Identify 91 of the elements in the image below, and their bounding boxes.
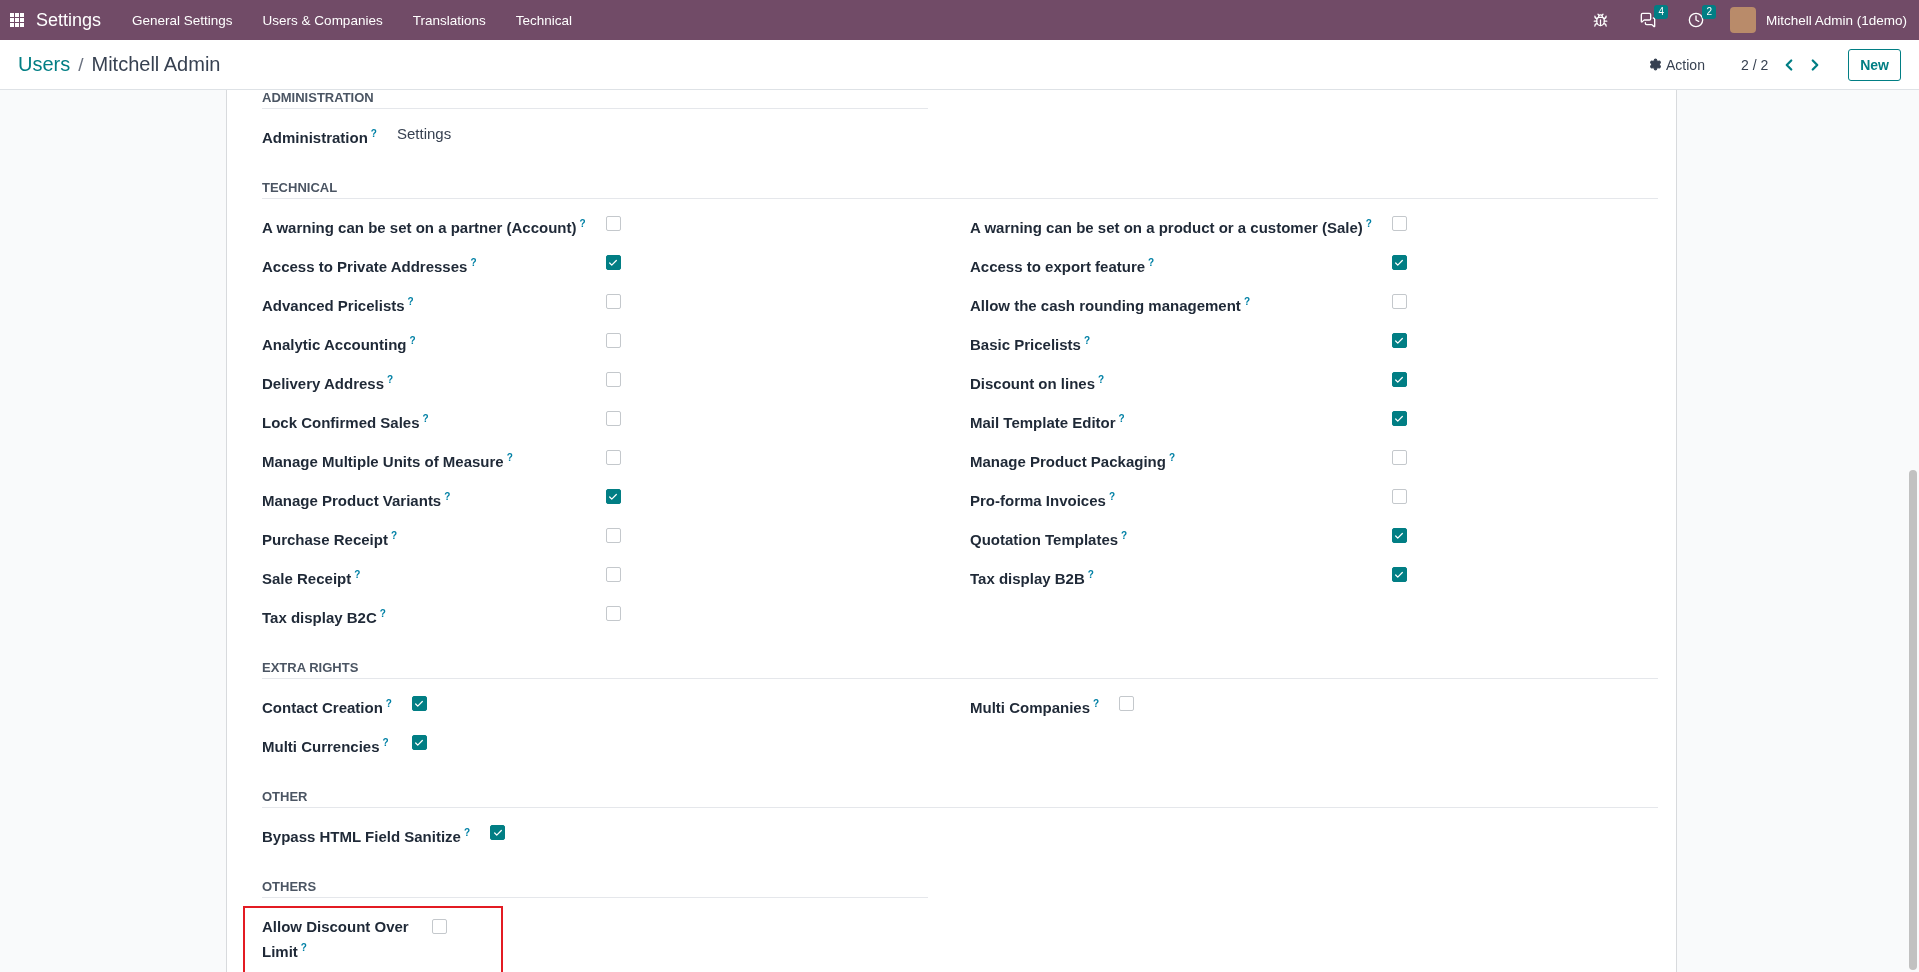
action-button[interactable]: Action: [1643, 55, 1711, 74]
field-label: Mail Template Editor $^{?}$: [970, 412, 1126, 433]
checkbox[interactable]: [605, 528, 621, 543]
field-label: Tax display B2C $^{?}$: [262, 607, 387, 628]
field-label: Quotation Templates $^{?}$: [970, 529, 1129, 550]
field-label: Tax display B2B $^{?}$: [970, 568, 1095, 589]
checkbox[interactable]: [605, 489, 621, 504]
checkbox[interactable]: [605, 450, 621, 465]
menu-item[interactable]: Users & Companies: [249, 12, 396, 28]
field-label: Access to Private Addresses $^{?}$: [262, 256, 478, 277]
checkbox[interactable]: [1391, 567, 1407, 582]
check-icon: [608, 257, 619, 268]
field-label: Manage Product Variants $^{?}$: [262, 490, 452, 511]
chat-icon[interactable]: [1639, 12, 1656, 28]
activity-count: 2: [1702, 5, 1716, 19]
checkbox[interactable]: [605, 606, 621, 621]
checkbox[interactable]: [605, 255, 621, 270]
field-label: Pro-forma Invoices $^{?}$: [970, 490, 1116, 511]
checkbox[interactable]: [1391, 216, 1407, 231]
checkbox[interactable]: [605, 216, 621, 231]
field-label: Multi Currencies $^{?}$: [262, 736, 390, 757]
field-label: Lock Confirmed Sales $^{?}$: [262, 412, 430, 433]
check-icon: [492, 827, 503, 838]
checkbox[interactable]: [605, 567, 621, 582]
field-label: Administration $^{?}$: [262, 127, 377, 148]
field-label: Bypass HTML Field Sanitize $^{?}$: [262, 826, 471, 847]
breadcrumb-link[interactable]: Users: [18, 53, 71, 76]
checkbox[interactable]: [605, 411, 621, 426]
checkbox[interactable]: [1119, 696, 1135, 711]
checkbox[interactable]: [1391, 411, 1407, 426]
user-avatar[interactable]: [1729, 7, 1756, 33]
field-label: A warning can be set on a partner (Account) $^{?}$: [262, 217, 586, 238]
checkbox[interactable]: [1391, 489, 1407, 504]
checkbox[interactable]: [605, 333, 621, 348]
field-label: A warning can be set on a product or a customer (Sale) $^{?}$: [970, 217, 1372, 238]
user-name[interactable]: Mitchell Admin (1demo): [1765, 12, 1907, 28]
checkbox[interactable]: [605, 372, 621, 387]
checkbox[interactable]: [1391, 450, 1407, 465]
clock-icon[interactable]: [1687, 12, 1704, 28]
checkbox[interactable]: [1391, 372, 1407, 387]
field-label: Basic Pricelists $^{?}$: [970, 334, 1091, 355]
scrollbar[interactable]: [1909, 470, 1917, 970]
check-icon: [1394, 335, 1405, 346]
field-label: Allow Discount Over Limit $^{?}$: [262, 917, 410, 962]
select-field[interactable]: Settings: [396, 117, 928, 156]
field-label: Analytic Accounting $^{?}$: [262, 334, 417, 355]
field-label: Delivery Address $^{?}$: [262, 373, 395, 394]
message-count: 4: [1654, 5, 1668, 19]
breadcrumb-separator: /: [78, 53, 84, 76]
app-name[interactable]: Settings: [36, 9, 102, 31]
section-title: OTHERS: [262, 879, 928, 898]
checkbox[interactable]: [1391, 294, 1407, 309]
check-icon: [608, 491, 619, 502]
gear-icon: [1649, 58, 1663, 71]
field-label: Multi Companies $^{?}$: [970, 697, 1100, 718]
checkbox[interactable]: [1391, 528, 1407, 543]
checkbox[interactable]: [411, 735, 427, 750]
menu-item[interactable]: Translations: [399, 12, 499, 28]
check-icon: [1394, 413, 1405, 424]
check-icon: [1394, 569, 1405, 580]
section-title: OTHER: [262, 789, 1658, 808]
field-label: Discount on lines $^{?}$: [970, 373, 1106, 394]
field-label: Allow the cash rounding management $^{?}$: [970, 295, 1251, 316]
apps-grid-icon[interactable]: [10, 13, 24, 27]
checkbox[interactable]: [1391, 255, 1407, 270]
check-icon: [1394, 374, 1405, 385]
check-icon: [414, 698, 425, 709]
check-icon: [414, 737, 425, 748]
record-title: Mitchell Admin: [91, 53, 221, 76]
menu-item[interactable]: General Settings: [119, 12, 246, 28]
pager-value[interactable]: 2 / 2: [1740, 56, 1769, 73]
field-label: Purchase Receipt $^{?}$: [262, 529, 398, 550]
checkbox[interactable]: [432, 919, 447, 934]
check-icon: [1394, 530, 1405, 541]
section-title: TECHNICAL: [262, 180, 1658, 199]
field-label: Contact Creation $^{?}$: [262, 697, 392, 718]
checkbox[interactable]: [605, 294, 621, 309]
field-label: Access to export feature $^{?}$: [970, 256, 1156, 277]
field-label: Manage Multiple Units of Measure $^{?}$: [262, 451, 514, 472]
bug-icon[interactable]: [1592, 12, 1608, 28]
menu-item[interactable]: Technical: [502, 12, 585, 28]
field-label: Advanced Pricelists $^{?}$: [262, 295, 415, 316]
field-label: Sale Receipt $^{?}$: [262, 568, 362, 589]
field-label: Manage Product Packaging $^{?}$: [970, 451, 1176, 472]
check-icon: [1394, 257, 1405, 268]
section-title: EXTRA RIGHTS: [262, 660, 1658, 679]
new-button[interactable]: New: [1848, 48, 1901, 81]
checkbox[interactable]: [411, 696, 427, 711]
checkbox[interactable]: [490, 825, 506, 840]
section-title: ADMINISTRATION: [262, 90, 928, 109]
checkbox[interactable]: [1391, 333, 1407, 348]
